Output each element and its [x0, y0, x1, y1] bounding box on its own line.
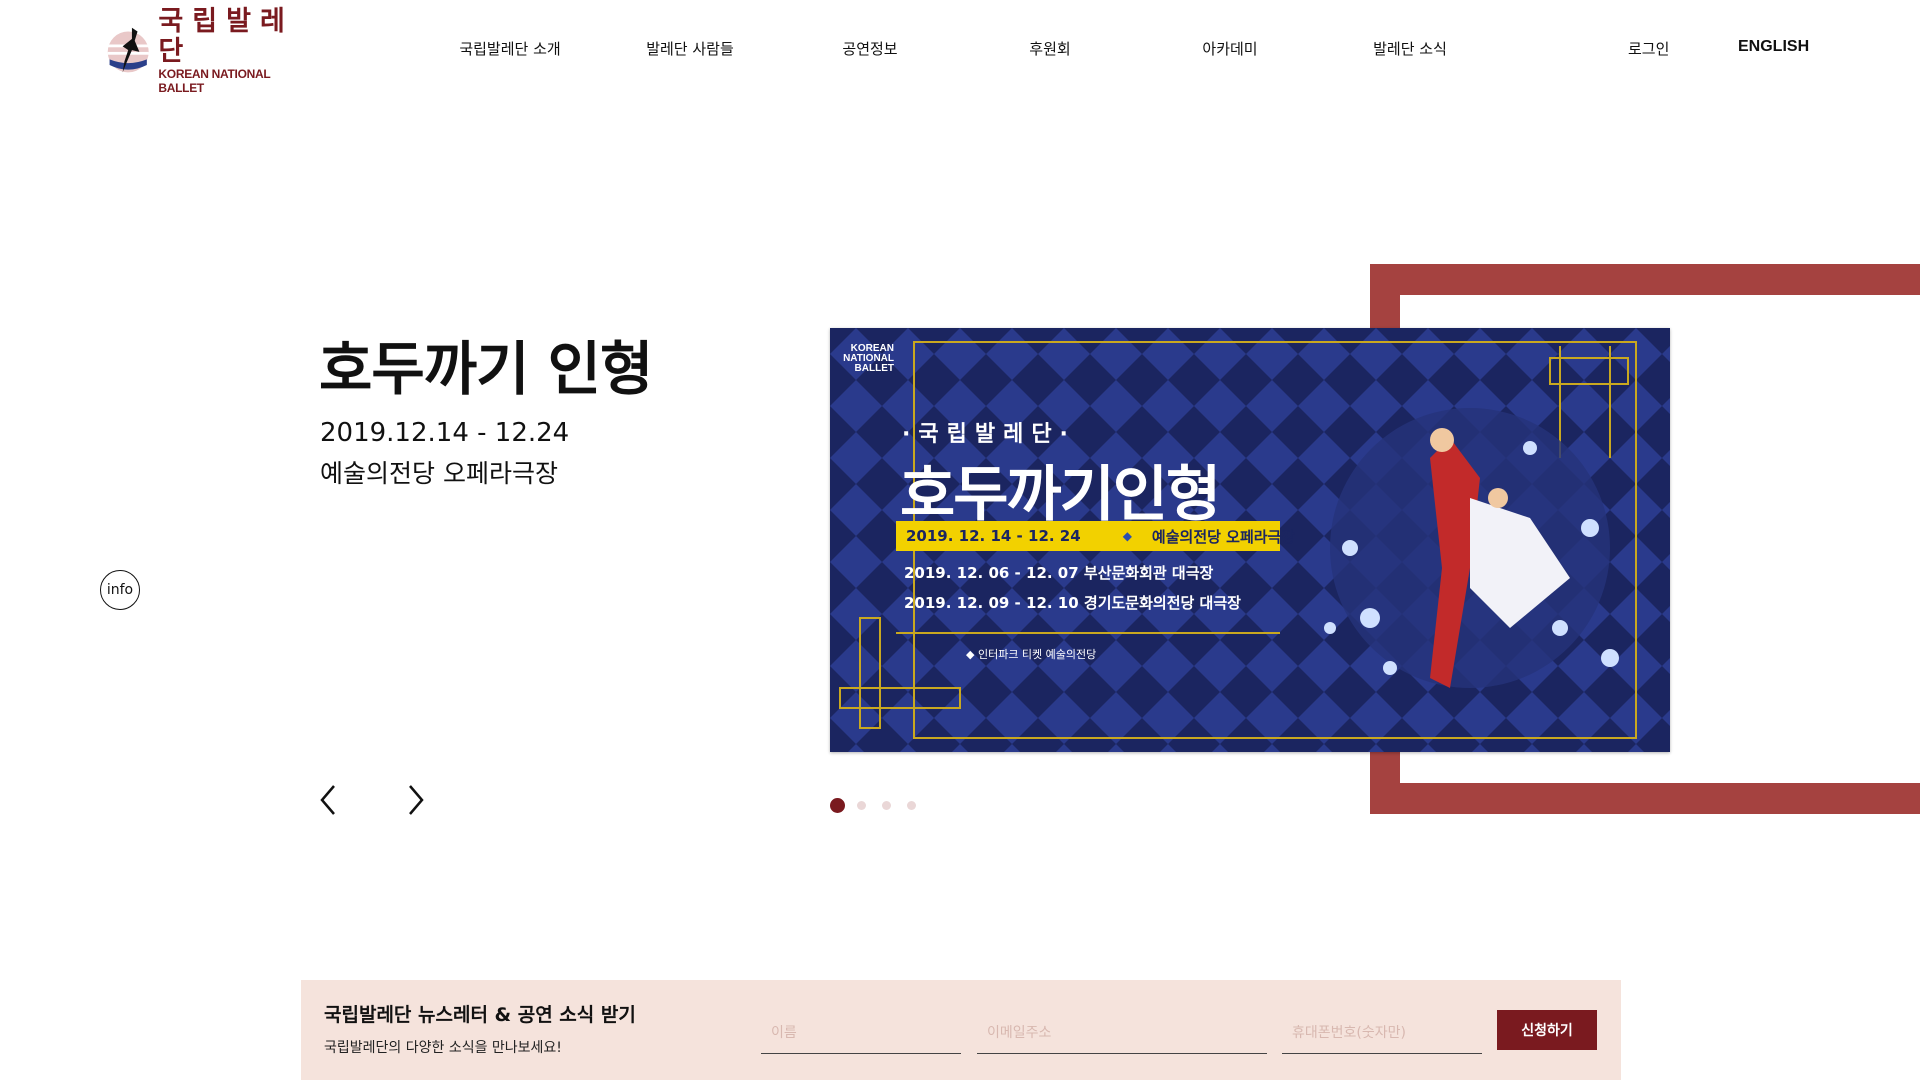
poster-tour-line-2: 2019. 12. 09 - 12. 10 경기도문화의전당 대극장: [904, 594, 1241, 612]
newsletter-title: 국립발레단 뉴스레터 & 공연 소식 받기: [324, 1004, 636, 1026]
subscribe-button[interactable]: 신청하기: [1497, 1010, 1597, 1050]
slider-dot-2[interactable]: [857, 801, 866, 810]
poster-band-date: 2019. 12. 14 - 12. 24: [906, 527, 1081, 545]
poster-date-band: 2019. 12. 14 - 12. 24 ◆ 예술의전당 오페라극장: [896, 521, 1295, 551]
nav-item-academy[interactable]: 아카데미: [1202, 38, 1257, 59]
hero-title: 호두까기 인형: [319, 335, 653, 403]
info-label: info: [106, 582, 134, 598]
newsletter-signup: 국립발레단 뉴스레터 & 공연 소식 받기 국립발레단의 다양한 소식을 만나보…: [301, 980, 1621, 1080]
phone-field[interactable]: [1282, 1012, 1482, 1054]
english-link[interactable]: ENGLISH: [1738, 38, 1809, 56]
slider-pagination: [830, 798, 932, 813]
poster-brand: KOREAN NATIONAL BALLET: [843, 343, 894, 374]
chevron-left-icon[interactable]: [316, 782, 340, 818]
email-field[interactable]: [977, 1012, 1267, 1054]
nav-item-news[interactable]: 발레단 소식: [1373, 38, 1447, 59]
login-link[interactable]: 로그인: [1628, 38, 1669, 59]
nav-item-sponsors[interactable]: 후원회: [1029, 38, 1070, 59]
slider-dot-1[interactable]: [830, 798, 845, 813]
poster-band-venue: 예술의전당 오페라극장: [1151, 527, 1296, 546]
hero-poster[interactable]: KOREAN NATIONAL BALLET ·국립발레단· 호두까기인형 20…: [830, 328, 1670, 752]
newsletter-subtitle: 국립발레단의 다양한 소식을 만나보세요!: [324, 1040, 562, 1056]
info-button[interactable]: info: [100, 570, 140, 610]
hero-date: 2019.12.14 - 12.24: [320, 418, 570, 448]
slider-dot-3[interactable]: [882, 801, 891, 810]
logo-name-en: KOREAN NATIONAL BALLET: [158, 67, 271, 95]
nav-item-about[interactable]: 국립발레단 소개: [459, 38, 560, 59]
nav-item-people[interactable]: 발레단 사람들: [646, 38, 734, 59]
poster-title: 호두까기인형: [900, 460, 1221, 530]
chevron-right-icon[interactable]: [404, 782, 428, 818]
nav-item-performances[interactable]: 공연정보: [842, 38, 897, 59]
name-field[interactable]: [761, 1012, 961, 1054]
slider-dot-4[interactable]: [907, 801, 916, 810]
poster-sponsors: ◆ 인터파크 티켓 예술의전당: [966, 648, 1097, 661]
poster-tour-line-1: 2019. 12. 06 - 12. 07 부산문화회관 대극장: [904, 564, 1214, 582]
diamond-icon: ◆: [1122, 529, 1132, 543]
hero-venue: 예술의전당 오페라극장: [320, 459, 558, 488]
poster-subtitle: ·국립발레단·: [902, 422, 1076, 447]
